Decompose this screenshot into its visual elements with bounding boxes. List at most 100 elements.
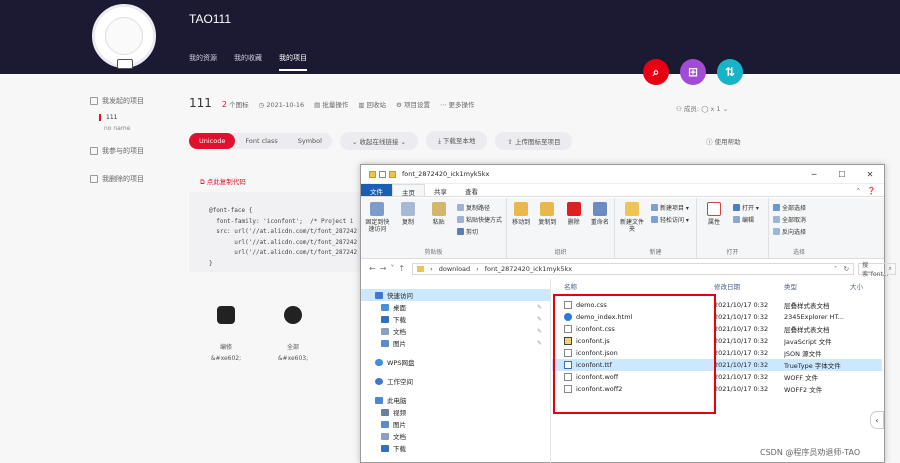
members[interactable]: ⚇ 成员: ◯ x 1 ⌄	[676, 103, 728, 113]
download-button[interactable]: ⤓ 下载至本地	[425, 131, 488, 150]
nav-videos[interactable]: 视频	[361, 406, 550, 418]
column-name[interactable]: 名称	[552, 281, 714, 291]
search-button[interactable]: ⌕	[643, 59, 669, 85]
avatar[interactable]	[92, 4, 156, 69]
copy-path-button[interactable]: 复制路径	[456, 203, 502, 212]
nav-documents[interactable]: 文档 ✎	[361, 325, 550, 337]
address-segment[interactable]: download	[439, 265, 470, 273]
nav-workspace[interactable]: 工作空间	[361, 375, 550, 387]
nav-pictures[interactable]: 图片 ✎	[361, 337, 550, 349]
document-icon	[381, 432, 389, 440]
sidebar-project-111[interactable]: 111	[99, 114, 170, 121]
site-title: TAO111	[189, 12, 232, 26]
pin-icon: ✎	[536, 339, 542, 347]
address-segment[interactable]: font_2872420_ick1myk5kx	[485, 265, 572, 273]
ribbon-group-organize: 移动到 复制到 删除 重命名 组织	[507, 198, 615, 258]
nav-documents-pc[interactable]: 文档	[361, 430, 550, 442]
member-avatar: ◯	[701, 105, 709, 113]
add-icon-button[interactable]: ⊞	[680, 59, 706, 85]
ribbon-tab-view[interactable]: 查看	[456, 184, 487, 196]
sidebar-item-label: 我参与的项目	[102, 147, 144, 155]
picture-icon	[381, 339, 389, 347]
maximize-button[interactable]: ☐	[828, 165, 856, 184]
open-icon	[733, 204, 740, 211]
more-actions[interactable]: ⋯ 更多操作	[440, 99, 475, 109]
back-button[interactable]: ←	[369, 264, 376, 273]
grid-icon	[284, 306, 302, 324]
recycle-bin[interactable]: ▥ 回收站	[358, 99, 386, 109]
format-fontclass[interactable]: Font class	[235, 133, 287, 149]
annotation-box	[553, 294, 716, 414]
ribbon-tab-share[interactable]: 共享	[425, 184, 456, 196]
new-item-button[interactable]: 新建项目 ▾	[651, 203, 689, 212]
sidebar-project-noname[interactable]: no name	[104, 125, 170, 132]
address-input[interactable]: › download › font_2872420_ick1myk5kx ˅ ↻	[412, 262, 855, 275]
collapse-link-button[interactable]: ⌄ 收起在线链接 ⌄	[339, 131, 418, 150]
code-block: @font-face { font-family: 'iconfont'; /*…	[189, 192, 369, 272]
scroll-left-button[interactable]: ‹	[870, 411, 884, 429]
copy-code-hint[interactable]: ⧉ 点此复制代码	[200, 176, 246, 187]
open-button[interactable]: 打开 ▾	[733, 203, 759, 212]
cut-button[interactable]: 剪切	[456, 227, 502, 236]
sidebar-item-joined[interactable]: 我参与的项目	[90, 146, 170, 156]
sort-button[interactable]: ⇅	[717, 59, 743, 85]
nav-this-pc[interactable]: 此电脑	[361, 394, 550, 406]
help-icon[interactable]: ❓	[867, 187, 876, 195]
sidebar-item-created[interactable]: 我发起的项目	[90, 96, 170, 106]
new-folder-icon	[625, 202, 639, 216]
ribbon-collapse-icon[interactable]: ⌃	[855, 187, 861, 195]
minimize-button[interactable]: ─	[800, 165, 828, 184]
format-symbol[interactable]: Symbol	[288, 133, 332, 149]
nav-quick-access[interactable]: 快速访问	[361, 289, 550, 301]
paste-shortcut-button[interactable]: 粘贴快捷方式	[456, 215, 502, 224]
edit-button[interactable]: 编辑	[733, 215, 759, 224]
help-link[interactable]: ⓘ 使用帮助	[706, 136, 741, 146]
window-title: font_2872420_ick1myk5kx	[402, 170, 490, 178]
format-unicode[interactable]: Unicode	[189, 132, 236, 149]
computer-icon	[375, 396, 383, 404]
column-type[interactable]: 类型	[784, 281, 850, 291]
sidebar-item-deleted[interactable]: 我删除的项目	[90, 174, 170, 184]
wrench-icon	[217, 306, 235, 324]
select-all-button[interactable]: 全部选择	[773, 203, 806, 212]
tab-my-projects[interactable]: 我的项目	[279, 53, 307, 71]
window-controls: ─ ☐ ✕	[800, 165, 884, 184]
search-icon: ⌕	[652, 64, 660, 79]
new-item-icon	[651, 204, 658, 211]
close-button[interactable]: ✕	[856, 165, 884, 184]
ribbon-tab-home[interactable]: 主页	[392, 184, 425, 197]
easy-access-button[interactable]: 轻松访问 ▾	[651, 215, 689, 224]
refresh-button[interactable]: ↻	[844, 265, 849, 273]
recent-dropdown[interactable]: ˅	[390, 264, 394, 273]
column-size[interactable]: 大小	[850, 281, 880, 291]
move-icon	[514, 202, 529, 216]
nav-pictures-pc[interactable]: 图片	[361, 418, 550, 430]
top-tabs: 我的资源 我的收藏 我的项目	[189, 53, 307, 71]
nav-desktop[interactable]: 桌面 ✎	[361, 301, 550, 313]
icon-card[interactable]: 全部 &#xe603;	[268, 306, 318, 362]
column-date[interactable]: 修改日期	[714, 281, 784, 291]
tab-my-favorites[interactable]: 我的收藏	[234, 53, 262, 71]
up-button[interactable]: ↑	[398, 264, 405, 273]
ribbon: 固定到快速访问 复制 粘贴 复制路径 粘贴快捷方式 剪切 剪贴板 移动到 复制到…	[361, 198, 884, 259]
rename-icon	[592, 202, 607, 216]
invert-selection-button[interactable]: 反向选择	[773, 227, 806, 236]
project-settings[interactable]: ⚙ 项目设置	[396, 99, 430, 109]
nav-downloads-pc[interactable]: 下载	[361, 442, 550, 454]
address-dropdown[interactable]: ˅	[834, 265, 837, 273]
nav-downloads[interactable]: 下载 ✎	[361, 313, 550, 325]
search-icon: ⌕	[888, 264, 892, 272]
batch-action[interactable]: ▤ 批量操作	[314, 99, 348, 109]
ribbon-tab-file[interactable]: 文件	[361, 184, 392, 196]
nav-wps-cloud[interactable]: WPS网盘	[361, 356, 550, 368]
search-input[interactable]: 搜索"font... ⌕	[858, 262, 896, 278]
project-date: ◷ 2021-10-16	[258, 101, 305, 109]
select-none-button[interactable]: 全部取消	[773, 215, 806, 224]
paste-icon	[431, 202, 446, 216]
pin-icon: ✎	[536, 327, 542, 335]
icon-card[interactable]: 编修 &#xe602;	[201, 306, 251, 362]
forward-button[interactable]: →	[380, 264, 387, 273]
upload-button[interactable]: ⇧ 上传图标至项目	[495, 131, 573, 150]
tab-my-resources[interactable]: 我的资源	[189, 53, 217, 71]
window-titlebar[interactable]: font_2872420_ick1myk5kx ─ ☐ ✕	[361, 165, 884, 184]
